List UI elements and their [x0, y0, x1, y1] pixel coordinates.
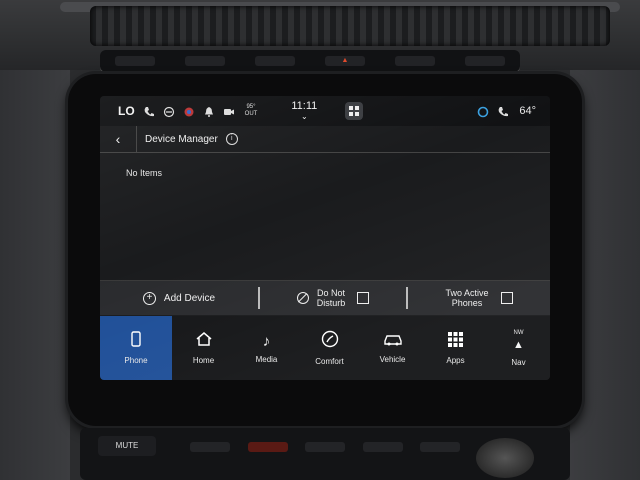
info-icon[interactable]: i	[225, 133, 238, 145]
do-not-disturb-checkbox[interactable]	[357, 292, 370, 304]
nav-navigation-label: Nav	[511, 357, 526, 367]
hard-button-6[interactable]	[465, 56, 505, 66]
air-vent	[90, 6, 610, 46]
nav-media[interactable]: ♪ Media	[235, 316, 298, 380]
hard-button-3[interactable]	[255, 56, 295, 66]
do-not-disturb-icon	[296, 292, 309, 304]
two-active-phones-label: Two Active Phones	[445, 288, 488, 308]
page-title: Device Manager	[145, 133, 218, 145]
hard-button-2[interactable]	[185, 56, 225, 66]
hazard-button[interactable]: ▲	[325, 56, 365, 66]
recirculation-button[interactable]	[420, 442, 460, 452]
smartphone-icon	[131, 331, 141, 352]
mute-button[interactable]: MUTE	[98, 436, 156, 456]
add-device-label: Add Device	[163, 292, 216, 304]
nav-vehicle[interactable]: Vehicle	[361, 316, 424, 380]
comfort-icon	[321, 330, 339, 353]
clock-value: 11:11	[291, 99, 318, 112]
two-phones-line1: Two Active	[445, 288, 489, 298]
nav-phone[interactable]: Phone	[100, 316, 172, 380]
console-controls	[190, 442, 460, 456]
notification-bell-icon	[203, 105, 215, 117]
chevron-left-icon: ‹	[115, 131, 121, 147]
cabin-temp: 64°	[519, 105, 536, 117]
phone-icon[interactable]	[497, 105, 509, 117]
infotainment-screen: LO 95° OUT 11:11 ⌄ 64° ‹ Device Manager …	[100, 96, 550, 380]
do-not-disturb-toggle[interactable]: Do Not Disturb	[258, 287, 406, 309]
radio-source-icon	[183, 105, 195, 117]
nav-comfort-label: Comfort	[315, 357, 344, 366]
nav-apps[interactable]: Apps	[424, 316, 487, 380]
lower-console: MUTE	[80, 428, 570, 480]
bottom-nav: Phone Home ♪ Media Comfort Vehicle Apps …	[100, 316, 550, 380]
add-circle-icon: +	[142, 291, 156, 305]
dashboard-left-trim	[0, 70, 70, 480]
hard-button-1[interactable]	[115, 56, 155, 66]
status-mode: LO	[118, 104, 135, 118]
dnd-line1: Do Not	[316, 288, 345, 298]
fan-button[interactable]	[305, 442, 345, 452]
back-button[interactable]: ‹	[100, 126, 137, 152]
steering-heat-button[interactable]	[362, 442, 403, 452]
music-note-icon: ♪	[262, 332, 271, 350]
add-device-button[interactable]: + Add Device	[100, 281, 258, 315]
home-icon	[195, 331, 213, 352]
nav-apps-label: Apps	[446, 355, 465, 365]
two-active-phones-toggle[interactable]: Two Active Phones	[406, 287, 550, 309]
hard-button-strip: ▲	[100, 50, 520, 72]
volume-knob[interactable]	[476, 438, 534, 478]
compass-arrow-icon: ▲	[513, 338, 524, 351]
apps-grid-icon	[448, 331, 463, 352]
outside-temp-label: OUT	[244, 111, 258, 117]
nav-comfort[interactable]: Comfort	[298, 316, 361, 380]
action-bar: + Add Device Do Not Disturb Two Active P…	[100, 280, 550, 315]
camera-icon	[223, 105, 235, 117]
nav-vehicle-label: Vehicle	[379, 355, 406, 364]
defrost-button[interactable]	[247, 442, 288, 452]
outside-temp: 95° OUT	[245, 104, 258, 118]
voice-assistant-icon[interactable]	[477, 105, 489, 118]
status-bar: LO 95° OUT 11:11 ⌄ 64°	[100, 96, 550, 126]
car-icon	[383, 332, 403, 351]
nav-navigation[interactable]: NW ▲ Nav	[487, 316, 550, 380]
seat-heat-button[interactable]	[190, 442, 230, 452]
nav-home[interactable]: Home	[172, 316, 235, 380]
do-not-disturb-label: Do Not Disturb	[317, 288, 346, 308]
grid-icon	[349, 106, 360, 116]
two-phones-line2: Phones	[451, 298, 483, 308]
status-right: 64°	[469, 105, 550, 118]
page-header: ‹ Device Manager i	[100, 126, 550, 153]
phone-signal-icon	[143, 105, 155, 117]
clock[interactable]: 11:11 ⌄	[291, 99, 318, 122]
app-switcher-button[interactable]	[345, 102, 364, 120]
nav-phone-label: Phone	[124, 356, 148, 365]
seat-icon	[163, 105, 175, 118]
empty-list-message: No Items	[126, 168, 163, 178]
hard-button-5[interactable]	[395, 56, 435, 66]
nav-media-label: Media	[255, 354, 278, 364]
nav-home-label: Home	[192, 356, 215, 365]
two-active-phones-checkbox[interactable]	[500, 292, 513, 304]
chevron-down-icon: ⌄	[300, 111, 308, 121]
outside-temp-value: 95°	[246, 104, 256, 110]
dnd-line2: Disturb	[316, 298, 346, 308]
